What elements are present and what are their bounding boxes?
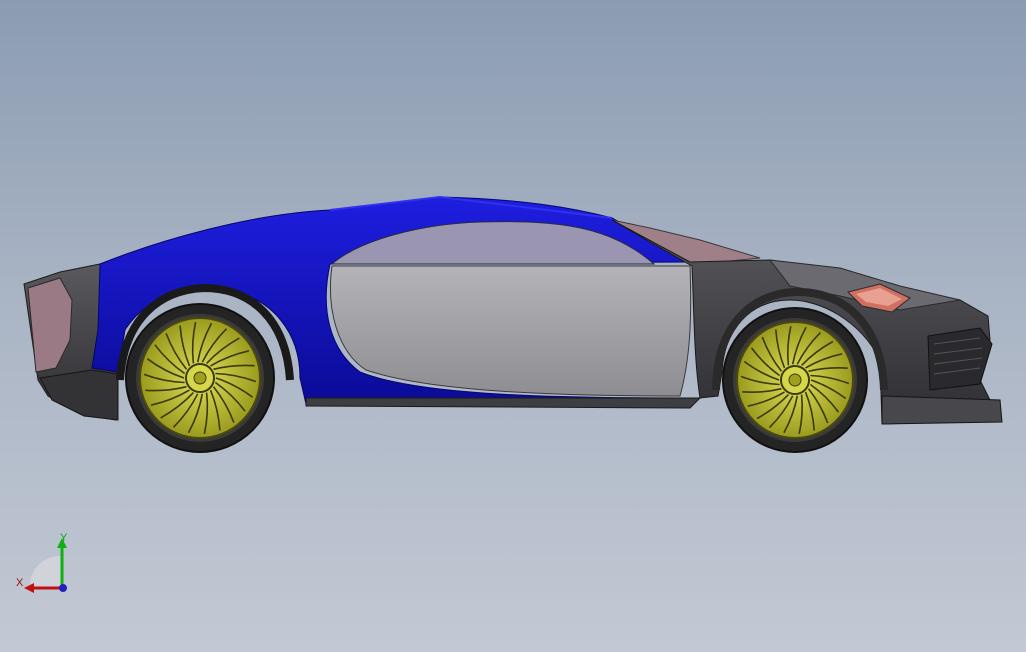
triad-plane bbox=[29, 555, 62, 588]
front-splitter[interactable] bbox=[881, 395, 1003, 425]
graphics-viewport[interactable]: X Y bbox=[0, 0, 1026, 652]
rear-diffuser[interactable] bbox=[39, 369, 119, 421]
rear-wheel[interactable] bbox=[125, 303, 275, 453]
x-axis-label: X bbox=[16, 577, 24, 589]
door-panel[interactable] bbox=[329, 265, 692, 397]
front-wheel[interactable] bbox=[722, 307, 868, 453]
car-model[interactable] bbox=[0, 0, 1026, 652]
z-axis-dot bbox=[59, 584, 67, 592]
front-intake[interactable] bbox=[927, 327, 993, 391]
view-orientation-triad[interactable]: X Y bbox=[10, 528, 80, 598]
side-sill[interactable] bbox=[305, 397, 702, 409]
y-axis-label: Y bbox=[60, 532, 68, 544]
x-axis-head bbox=[24, 583, 34, 593]
